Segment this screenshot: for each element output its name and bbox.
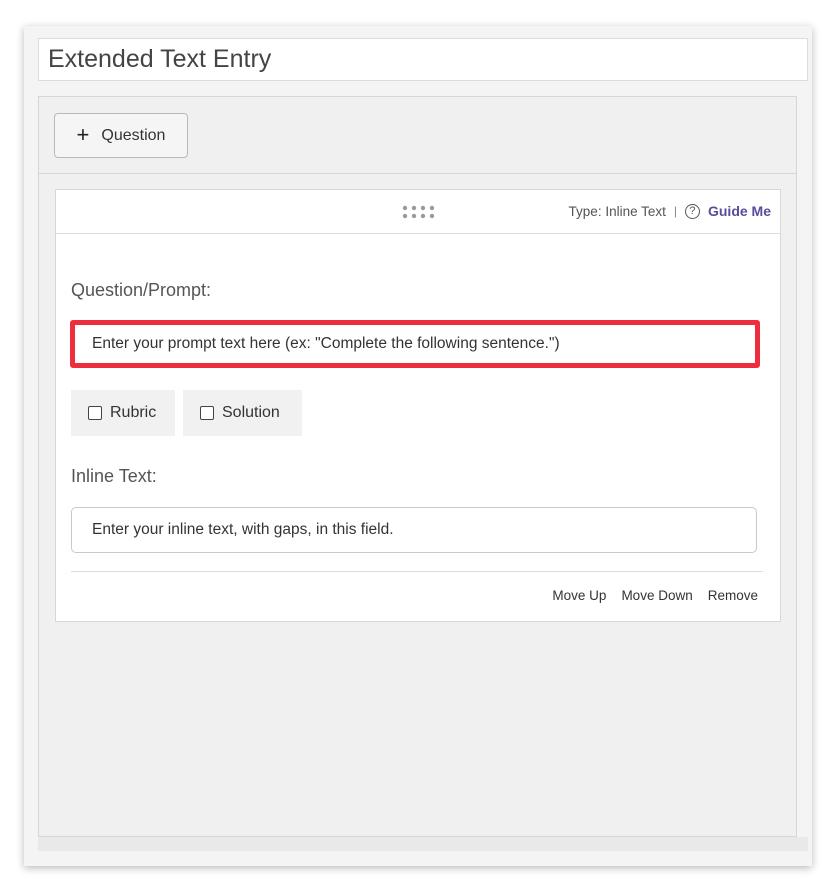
editor-toolbar: + Question [39,97,796,174]
rubric-label: Rubric [110,404,157,421]
editor-panel: + Question Type: Inline Text | ? Guide M… [38,96,797,837]
solution-label: Solution [222,404,280,421]
card-header: Type: Inline Text | ? Guide Me [56,190,780,234]
inline-text-label: Inline Text: [71,466,157,486]
prompt-input[interactable] [70,320,760,368]
drag-handle-icon[interactable] [402,205,436,219]
editor-bottom-strip [38,837,808,851]
type-info: Type: Inline Text | ? Guide Me [569,203,771,219]
add-question-label: Question [101,126,166,144]
solution-checkbox[interactable]: Solution [183,390,302,436]
checkbox-icon [88,406,102,420]
help-circle-icon[interactable]: ? [684,203,700,219]
card-divider [71,571,763,572]
question-card: Type: Inline Text | ? Guide Me Question/… [55,189,781,622]
rubric-checkbox[interactable]: Rubric [71,390,175,436]
type-label: Type: Inline Text [568,203,666,219]
inline-text-input[interactable] [71,507,757,553]
title-field[interactable]: Extended Text Entry [38,38,808,81]
prompt-label: Question/Prompt: [71,280,212,300]
type-separator: | [673,204,677,218]
checkbox-icon [200,406,214,420]
guide-me-link[interactable]: Guide Me [708,203,771,219]
add-question-button[interactable]: + Question [54,113,188,158]
card-actions: Move Up Move Down Remove [552,588,758,603]
remove-button[interactable]: Remove [708,588,758,603]
move-up-button[interactable]: Move Up [552,588,606,603]
title-text: Extended Text Entry [48,45,272,73]
plus-icon: + [76,121,90,147]
move-down-button[interactable]: Move Down [621,588,692,603]
